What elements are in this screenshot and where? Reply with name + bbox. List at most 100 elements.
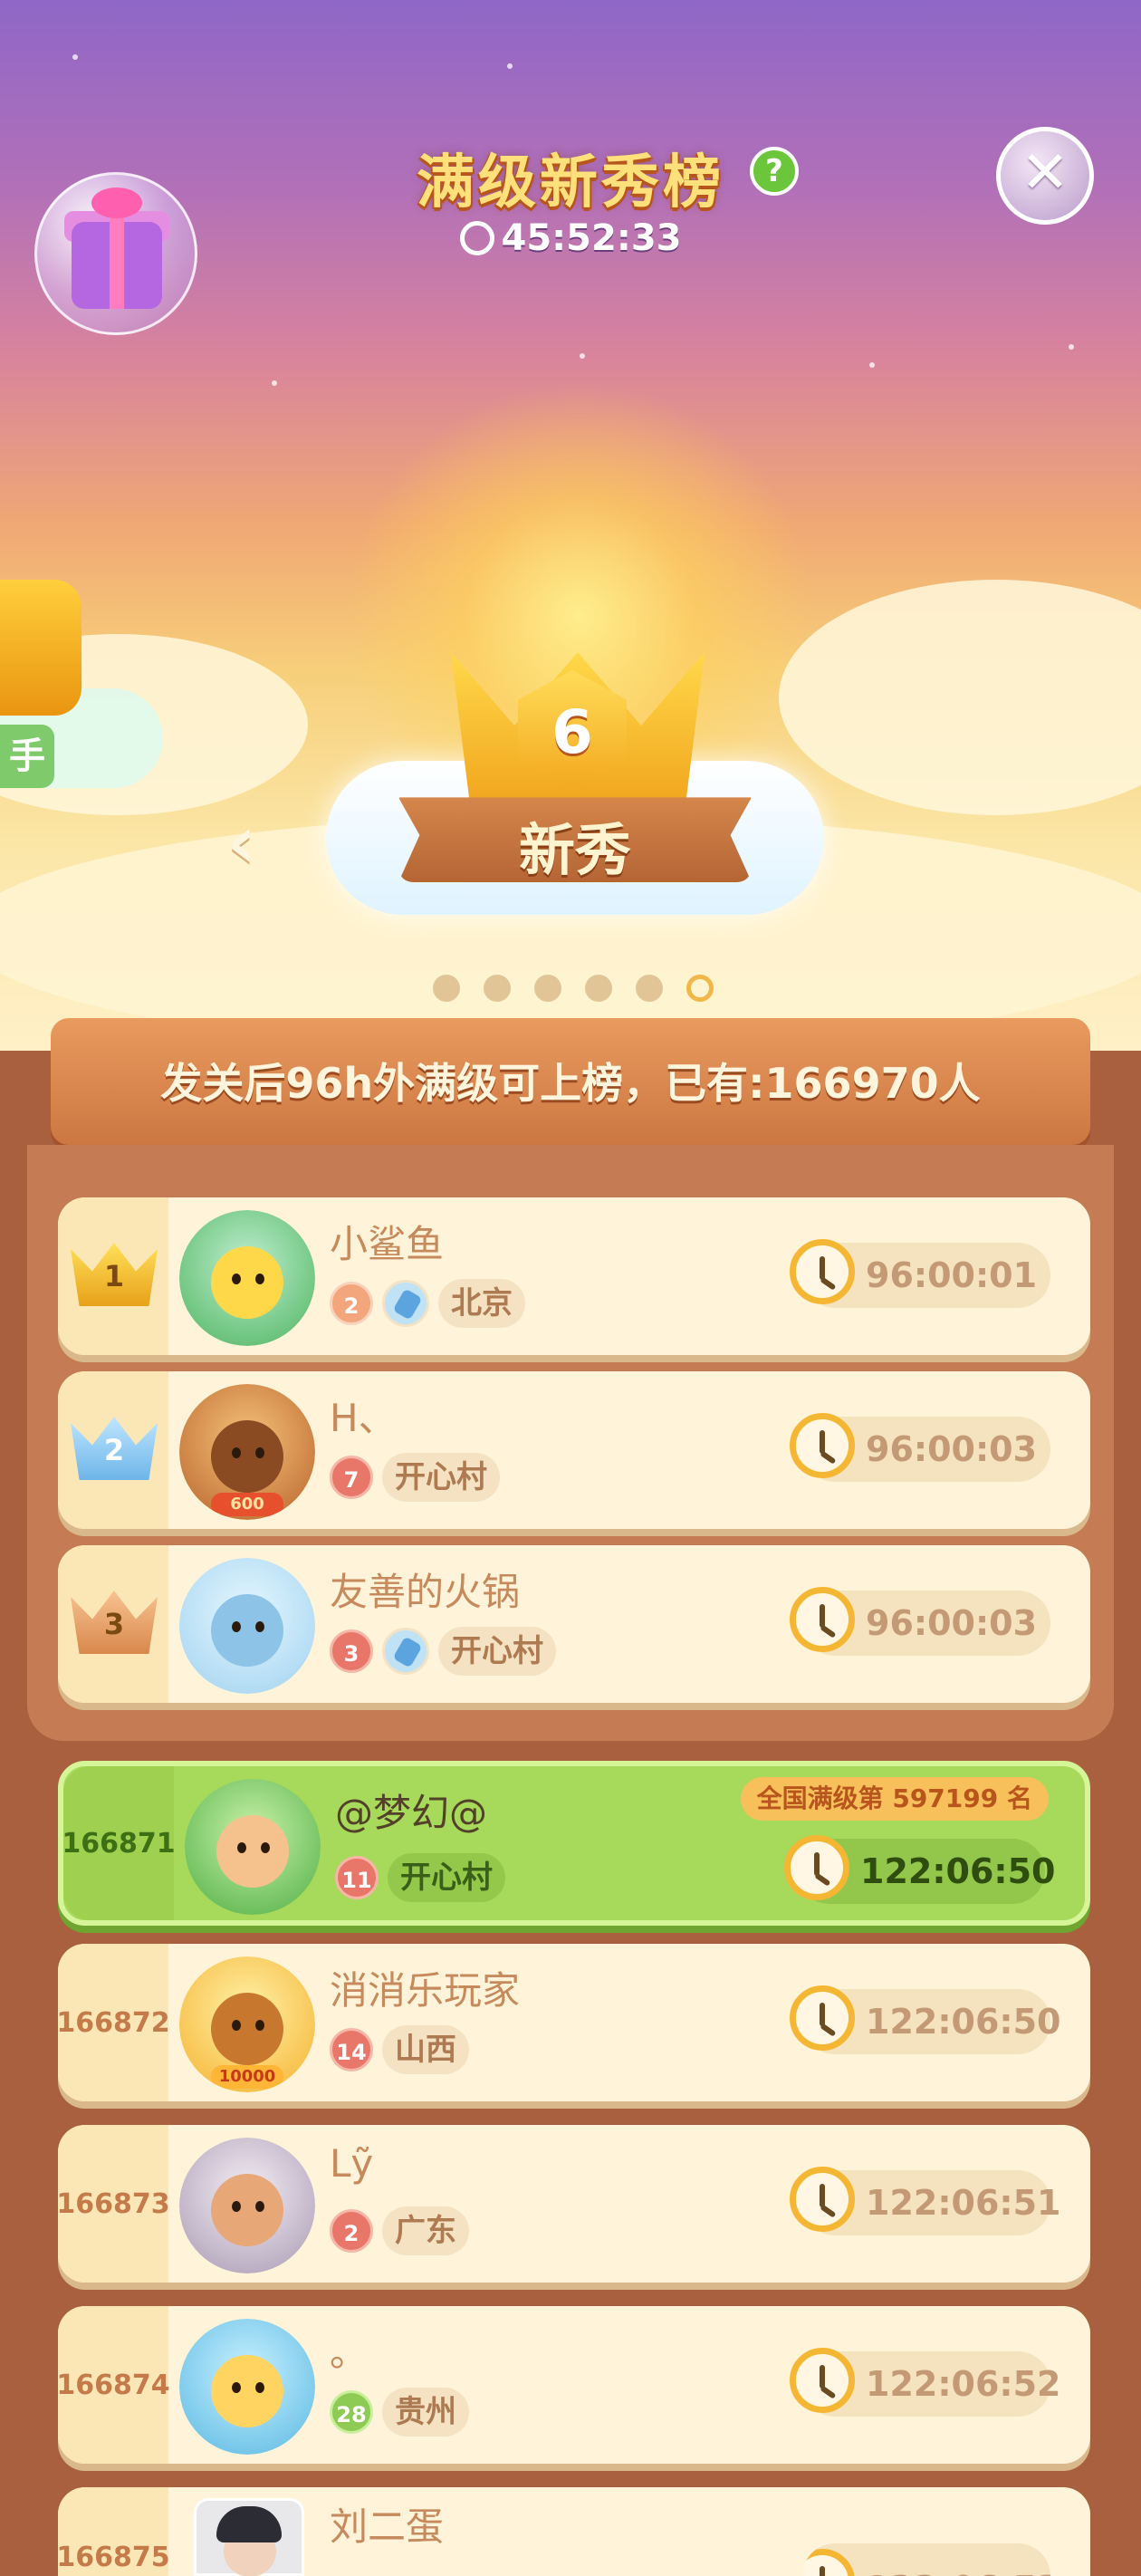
player-name: 小鲨鱼 [330,1222,445,1266]
time-pill: 96:00:03 [790,1587,1050,1656]
countdown-text: 45:52:33 [501,217,682,259]
page-title: 满级新秀榜 [417,149,724,216]
player-meta: 2 北京 [330,1279,525,1328]
clock-icon [790,1239,855,1304]
player-meta: 7 开心村 [330,1453,500,1502]
carousel-dot-active[interactable] [686,975,714,1002]
level-badge: 3 [330,1629,373,1673]
time-pill: 96:00:03 [790,1413,1050,1482]
time-value: 96:00:01 [866,1255,1038,1295]
level-badge: 11 [335,1856,379,1899]
location-tag: 山西 [382,2025,469,2074]
star-decoration [507,63,513,69]
time-value: 96:00:03 [866,1429,1038,1469]
player-name: 友善的火锅 [330,1570,521,1614]
avatar[interactable] [185,1779,321,1915]
clock-icon [802,2549,855,2576]
rank-level-number: 6 [551,697,593,767]
avatar[interactable] [179,2319,315,2455]
clock-icon [790,1985,855,2051]
location-tag: 贵州 [382,2388,469,2437]
leaderboard-row-top[interactable]: 2 600 H、 7 开心村 96:00:03 [58,1371,1090,1529]
rank-number: 166872 [56,2006,170,2039]
time-value: 96:00:03 [866,1603,1038,1643]
avatar[interactable] [194,2498,304,2576]
leaderboard-row-top[interactable]: 3 友善的火锅 3 开心村 96:00:03 [58,1545,1090,1703]
rank-number: 166875 [56,2541,170,2573]
rank-number: 2 [103,1433,125,1467]
time-pill: 96:00:01 [790,1239,1050,1308]
national-rank-badge: 全国满级第 597199 名 [740,1777,1049,1821]
avatar[interactable] [179,1558,315,1694]
level-badge: 2 [330,1282,373,1325]
star-decoration [72,54,78,60]
carousel-dot[interactable] [585,975,612,1002]
help-icon[interactable]: ? [750,147,799,196]
leaderboard-row[interactable]: 166873 Lỹ 2 广东 122:06:51 [56,2125,1090,2283]
time-pill: 122:06:50 [784,1835,1056,1904]
location-tag: 开心村 [382,1453,500,1502]
level-badge: 14 [330,2028,373,2071]
time-pill: 122:06:52 [790,2348,1061,2417]
time-pill: 122:06:51 [790,2167,1061,2235]
cloud [779,580,1141,815]
chevron-left-icon[interactable]: ‹ [226,806,281,879]
time-value: 122:06:50 [866,2002,1061,2042]
prev-rank-crown-icon[interactable] [0,580,82,716]
location-tag: 北京 [438,1279,525,1328]
pet-icon [382,1280,429,1327]
location-tag: 开心村 [438,1627,556,1676]
rank-number: 1 [103,1259,125,1293]
time-value: 122:06:51 [866,2183,1061,2223]
avatar[interactable]: 10000 [179,1956,315,2092]
leaderboard-row[interactable]: 166874 。 28 贵州 122:06:52 [56,2306,1090,2464]
level-badge: 2 [330,2209,373,2253]
my-rank-row[interactable]: 166871 @梦幻@ 全国满级第 597199 名 11 开心村 122:06… [58,1761,1090,1926]
player-meta: 28 贵州 [330,2388,469,2437]
carousel-dots [433,975,714,1002]
location-tag: 开心村 [388,1853,505,1902]
time-pill: 122:06:53 [802,2543,1050,2576]
carousel-dot[interactable] [484,975,511,1002]
player-name: @梦幻@ [335,1791,488,1835]
carousel-dot[interactable] [433,975,460,1002]
close-button[interactable]: ✕ [996,127,1094,225]
time-pill: 122:06:50 [790,1985,1061,2054]
clock-icon [459,221,494,255]
level-badge: 28 [330,2390,373,2434]
countdown-timer: 45:52:33 [0,217,1141,259]
rank-name: 新秀 [518,817,631,883]
star-decoration [580,353,585,359]
rank-number: 166873 [56,2187,170,2220]
player-name: 刘二蛋 [330,2504,445,2549]
player-name: Lỹ [330,2141,374,2186]
player-meta: 14 山西 [330,2025,469,2074]
avatar[interactable] [179,2138,315,2273]
carousel-dot[interactable] [534,975,561,1002]
rank-number: 3 [103,1607,125,1641]
time-value: 122:06:50 [860,1851,1056,1891]
rank-number: 166874 [56,2369,170,2401]
clock-icon [790,2348,855,2413]
star-decoration [272,380,277,386]
level-badge: 7 [330,1456,373,1499]
leaderboard-row-top[interactable]: 1 小鲨鱼 2 北京 96:00:01 [58,1197,1090,1355]
time-value: 122:06:52 [866,2364,1061,2404]
prev-rank-label: 手 [0,725,54,788]
player-name: 。 [330,2331,369,2375]
player-name: 消消乐玩家 [330,1968,521,2013]
rank-number: 166871 [62,1827,176,1860]
carousel-dot[interactable] [636,975,663,1002]
location-tag: 广东 [382,2206,469,2255]
avatar[interactable] [179,1210,315,1346]
avatar-tag: 10000 [211,2065,283,2089]
pet-icon [382,1628,429,1675]
info-banner-text: 发关后96h外满级可上榜，已有:166970人 [160,1059,981,1108]
clock-icon [790,1587,855,1652]
avatar[interactable]: 600 [179,1384,315,1520]
time-value: 122:06:53 [866,2556,1050,2576]
player-meta: 11 开心村 [335,1853,505,1902]
player-meta: 2 广东 [330,2206,469,2255]
player-name: H、 [330,1396,397,1440]
leaderboard-row[interactable]: 166872 10000 消消乐玩家 14 山西 122:06:50 [56,1944,1090,2101]
